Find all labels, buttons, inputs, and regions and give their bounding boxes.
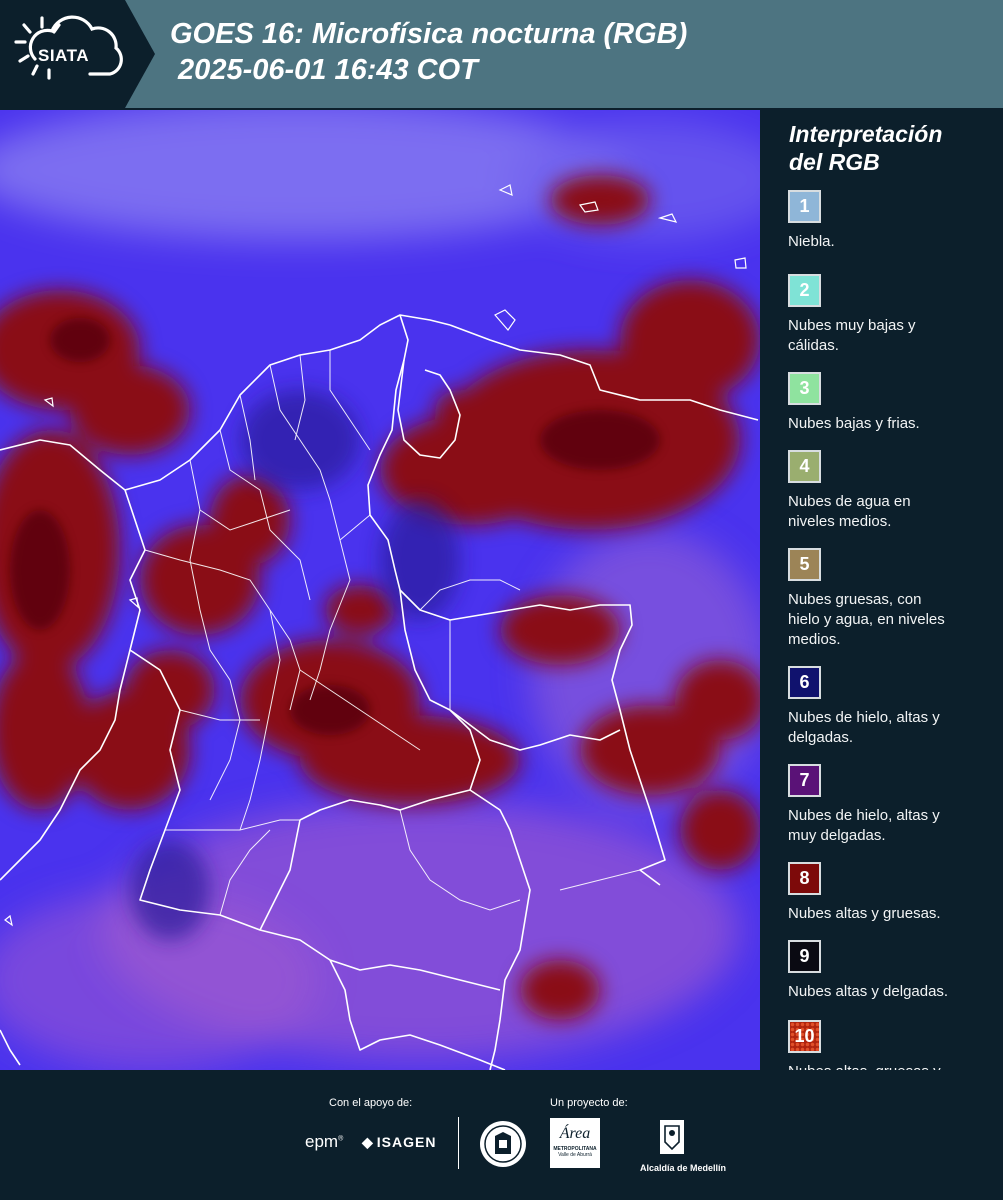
legend-title-line-1: Interpretación — [789, 121, 943, 147]
page-title: GOES 16: Microfísica nocturna (RGB) 2025… — [170, 16, 687, 88]
legend-swatch: 9 — [788, 940, 821, 973]
legend-description-line: Nubes muy bajas y — [788, 317, 916, 334]
area-logo-sub-2: Valle de Aburrá — [558, 1152, 592, 1158]
legend-description: Nubes gruesas, con hielo y agua, en nivel… — [788, 590, 998, 650]
legend-description-line: Nubes gruesas, con — [788, 591, 922, 608]
legend-swatch: 2 — [788, 274, 821, 307]
legend-item-8: 8 Nubes altas y gruesas. — [788, 862, 998, 924]
footer-divider — [458, 1117, 459, 1169]
rgb-satellite-image — [0, 110, 760, 1070]
upper-clear-sky — [0, 110, 760, 240]
isagen-mark-icon: ◆ — [362, 1134, 374, 1150]
legend-description: Nubes altas y delgadas. — [788, 982, 998, 1002]
legend-description-line: delgadas. — [788, 729, 854, 746]
project-label: Un proyecto de: — [550, 1097, 628, 1109]
legend-swatch: 8 — [788, 862, 821, 895]
legend-description: Nubes de agua en niveles medios. — [788, 492, 998, 532]
legend-description: Nubes de hielo, altas y delgadas. — [788, 708, 998, 748]
legend-item-9: 9 Nubes altas y delgadas. — [788, 940, 998, 1002]
legend-title: Interpretación del RGB — [789, 120, 998, 176]
rgb-legend: Interpretación del RGB 1 Niebla. 2 Nubes mu… — [776, 118, 998, 1102]
legend-swatch: 6 — [788, 666, 821, 699]
header-bar: SIATA GOES 16: Microfísica nocturna (RGB… — [0, 0, 1003, 108]
legend-description: Niebla. — [788, 232, 998, 252]
legend-description: Nubes bajas y frias. — [788, 414, 998, 434]
legend-swatch: 3 — [788, 372, 821, 405]
legend-swatch: 5 — [788, 548, 821, 581]
title-line-1: GOES 16: Microfísica nocturna (RGB) — [170, 18, 688, 50]
alcaldia-label: Alcaldía de Medellín — [640, 1163, 727, 1173]
legend-item-7: 7 Nubes de hielo, altas y muy delgadas. — [788, 764, 998, 846]
area-metropolitana-logo: Área METROPOLITANA Valle de Aburrá — [550, 1118, 600, 1168]
legend-description-line: Nubes altas y gruesas. — [788, 905, 941, 922]
sponsor-label: Con el apoyo de: — [329, 1097, 413, 1109]
isagen-logo: ◆ ISAGEN — [362, 1134, 436, 1151]
legend-description: Nubes altas y gruesas. — [788, 904, 998, 924]
area-logo-text: Área — [559, 1125, 591, 1142]
epm-logo: epm® — [305, 1132, 344, 1151]
legend-description-line: Nubes bajas y frias. — [788, 415, 920, 432]
isagen-logo-text: ISAGEN — [376, 1134, 437, 1150]
footer: Con el apoyo de: Un proyecto de: epm® ◆ I… — [0, 1070, 1003, 1200]
alcaldia-logo: Alcaldía de Medellín — [640, 1118, 727, 1173]
epm-logo-text: epm — [305, 1132, 339, 1151]
legend-description: Nubes de hielo, altas y muy delgadas. — [788, 806, 998, 846]
legend-description-line: muy delgadas. — [788, 827, 886, 844]
legend-item-1: 1 Niebla. — [788, 190, 998, 252]
legend-swatch: 4 — [788, 450, 821, 483]
legend-description-line: medios. — [788, 631, 841, 648]
siata-logo: SIATA — [0, 0, 155, 108]
legend-title-line-2: del RGB — [789, 149, 880, 175]
legend-swatch: 7 — [788, 764, 821, 797]
legend-description-line: Nubes de hielo, altas y — [788, 807, 940, 824]
satellite-map — [0, 110, 760, 1070]
legend-item-4: 4 Nubes de agua en niveles medios. — [788, 450, 998, 532]
legend-swatch: 10 — [788, 1020, 821, 1053]
legend-description-line: Nubes de hielo, altas y — [788, 709, 940, 726]
legend-description-line: niveles medios. — [788, 513, 892, 530]
legend-description-line: hielo y agua, en niveles — [788, 611, 945, 628]
alcaldia-shield-icon — [660, 1120, 684, 1154]
legend-description-line: Nubes de agua en — [788, 493, 911, 510]
legend-item-3: 3 Nubes bajas y frias. — [788, 372, 998, 434]
medellin-seal-icon — [480, 1121, 526, 1167]
legend-item-2: 2 Nubes muy bajas y cálidas. — [788, 274, 998, 356]
legend-items: 1 Niebla. 2 Nubes muy bajas y cálidas. 3 Nubes… — [776, 190, 998, 1102]
legend-description-line: cálidas. — [788, 337, 839, 354]
legend-description-line: Niebla. — [788, 233, 835, 250]
legend-description: Nubes muy bajas y cálidas. — [788, 316, 998, 356]
legend-item-6: 6 Nubes de hielo, altas y delgadas. — [788, 666, 998, 748]
title-line-2: 2025-06-01 16:43 COT — [170, 54, 478, 86]
legend-swatch: 1 — [788, 190, 821, 223]
logo-text: SIATA — [38, 46, 89, 65]
legend-description-line: Nubes altas y delgadas. — [788, 983, 949, 1000]
legend-item-5: 5 Nubes gruesas, con hielo y agua, en nive… — [788, 548, 998, 650]
